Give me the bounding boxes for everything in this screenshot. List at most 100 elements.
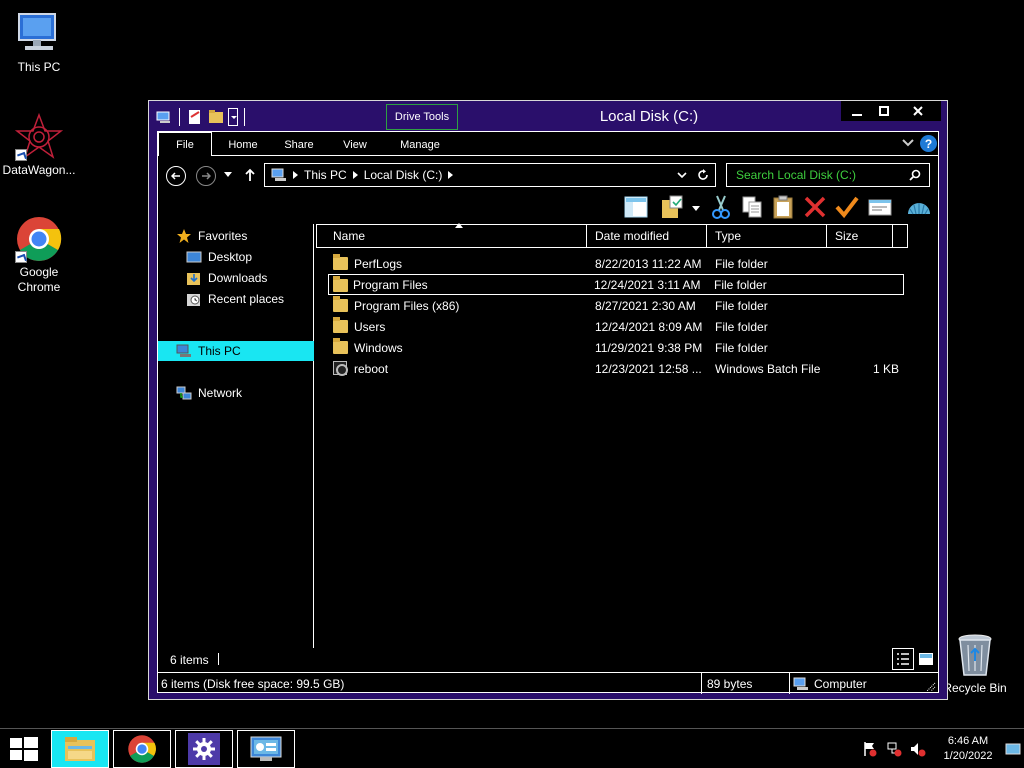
breadcrumb-this-pc[interactable]: This PC bbox=[304, 168, 347, 182]
file-name: Windows bbox=[354, 340, 403, 355]
desktop-icon-google-chrome[interactable]: Google Chrome bbox=[1, 215, 77, 295]
file-row-program-files[interactable]: Program Files 12/24/2021 3:11 AM File fo… bbox=[328, 274, 904, 295]
close-button[interactable] bbox=[895, 101, 941, 121]
downloads-folder-icon bbox=[187, 273, 200, 285]
file-explorer-icon bbox=[65, 737, 95, 761]
shell-icon[interactable] bbox=[906, 194, 932, 220]
file-name: reboot bbox=[354, 361, 389, 376]
quick-access-dropdown[interactable] bbox=[228, 108, 238, 126]
action-center-flag-icon[interactable] bbox=[862, 741, 878, 757]
nav-item-favorites[interactable]: Favorites bbox=[176, 226, 247, 246]
tab-home[interactable]: Home bbox=[220, 135, 266, 155]
tab-manage[interactable]: Manage bbox=[390, 135, 450, 155]
delete-icon[interactable] bbox=[802, 194, 828, 220]
breadcrumb-separator-icon bbox=[352, 171, 358, 179]
breadcrumb: This PC Local Disk (C:) bbox=[271, 168, 454, 182]
search-input[interactable]: Search Local Disk (C:) bbox=[726, 163, 930, 187]
folder-options-chevron-icon[interactable] bbox=[692, 206, 700, 211]
system-clock[interactable]: 6:46 AM 1/20/2022 bbox=[940, 734, 996, 764]
forward-arrow-icon bbox=[202, 172, 211, 180]
paste-icon[interactable] bbox=[770, 194, 796, 220]
folder-options-icon[interactable] bbox=[660, 194, 686, 220]
explorer-window[interactable]: Drive Tools Local Disk (C:) File Home Sh… bbox=[148, 100, 948, 700]
window-content: File Home Share View Manage ? This PC Lo… bbox=[157, 131, 939, 694]
file-date: 8/27/2021 2:30 AM bbox=[595, 298, 696, 313]
file-date: 8/22/2013 11:22 AM bbox=[595, 256, 702, 271]
nav-item-network[interactable]: Network bbox=[176, 383, 242, 403]
shortcut-arrow-icon bbox=[15, 251, 27, 263]
desktop-icon-datawagon[interactable]: DataWagon... bbox=[1, 112, 77, 178]
control-panel-icon bbox=[250, 736, 282, 761]
chevron-down-icon[interactable] bbox=[902, 138, 914, 148]
computer-small-icon[interactable] bbox=[155, 108, 173, 126]
file-row-reboot[interactable]: reboot 12/23/2021 12:58 ... Windows Batc… bbox=[329, 358, 905, 379]
taskbar-file-explorer[interactable] bbox=[51, 730, 109, 768]
tab-share[interactable]: Share bbox=[276, 135, 322, 155]
rename-checkmark-icon[interactable] bbox=[834, 194, 860, 220]
desktop-icon-this-pc[interactable]: This PC bbox=[1, 10, 77, 75]
gear-icon bbox=[188, 733, 220, 765]
volume-muted-icon[interactable] bbox=[910, 741, 926, 757]
large-icons-view-icon[interactable] bbox=[918, 651, 934, 667]
file-date: 12/23/2021 12:58 ... bbox=[595, 361, 702, 376]
clock-date: 1/20/2022 bbox=[943, 750, 993, 762]
nav-item-label: Recent places bbox=[208, 292, 285, 306]
breadcrumb-local-disk[interactable]: Local Disk (C:) bbox=[364, 168, 443, 182]
nav-item-downloads[interactable]: Downloads bbox=[186, 268, 267, 288]
details-view-icon[interactable] bbox=[892, 648, 914, 670]
file-name: Program Files (x86) bbox=[354, 298, 460, 313]
clock-time: 6:46 AM bbox=[947, 735, 989, 747]
computer-icon bbox=[15, 10, 63, 58]
cut-icon[interactable] bbox=[708, 194, 734, 220]
taskbar-control-panel[interactable] bbox=[237, 730, 295, 768]
resize-grip-icon[interactable] bbox=[926, 682, 936, 692]
copy-icon[interactable] bbox=[739, 194, 765, 220]
drive-tools-tab[interactable]: Drive Tools bbox=[386, 104, 458, 130]
nav-item-this-pc[interactable]: This PC bbox=[158, 341, 314, 361]
recent-locations-chevron-icon[interactable] bbox=[224, 172, 232, 178]
column-header-name[interactable]: Name bbox=[317, 225, 587, 247]
file-row-windows[interactable]: Windows 11/29/2021 9:38 PM File folder bbox=[329, 337, 905, 358]
desktop-icon-recycle-bin[interactable]: Recycle Bin bbox=[937, 631, 1013, 696]
status-bytes: 89 bytes bbox=[702, 673, 790, 694]
help-button[interactable]: ? bbox=[920, 135, 937, 152]
file-name: Program Files bbox=[353, 277, 428, 292]
file-row-perflogs[interactable]: PerfLogs 8/22/2013 11:22 AM File folder bbox=[329, 253, 905, 274]
network-status-icon[interactable] bbox=[886, 741, 902, 757]
desktop-icon-label: Recycle Bin bbox=[943, 681, 1007, 695]
address-dropdown-chevron-icon[interactable] bbox=[677, 172, 687, 180]
properties-window-icon[interactable] bbox=[867, 194, 893, 220]
forward-button[interactable] bbox=[196, 166, 216, 186]
file-row-users[interactable]: Users 12/24/2021 8:09 AM File folder bbox=[329, 316, 905, 337]
properties-icon[interactable] bbox=[186, 108, 204, 126]
nav-item-recent-places[interactable]: Recent places bbox=[186, 289, 284, 309]
star-icon bbox=[177, 229, 191, 243]
tab-view[interactable]: View bbox=[334, 135, 376, 155]
up-arrow-icon[interactable] bbox=[244, 168, 256, 182]
folder-icon bbox=[333, 254, 348, 270]
column-header-date[interactable]: Date modified bbox=[587, 225, 707, 247]
tab-file[interactable]: File bbox=[158, 132, 212, 156]
taskbar-settings[interactable] bbox=[175, 730, 233, 768]
minimize-icon bbox=[852, 114, 862, 116]
title-bar[interactable]: Drive Tools Local Disk (C:) bbox=[149, 101, 947, 131]
maximize-icon bbox=[879, 106, 889, 116]
new-folder-icon[interactable] bbox=[207, 108, 225, 126]
address-bar[interactable]: This PC Local Disk (C:) bbox=[264, 163, 716, 187]
shortcut-arrow-icon bbox=[15, 149, 27, 161]
search-icon bbox=[909, 169, 921, 181]
desktop-folder-icon bbox=[186, 251, 202, 263]
column-header-size[interactable]: Size bbox=[827, 225, 893, 247]
back-button[interactable] bbox=[166, 166, 186, 186]
refresh-icon[interactable] bbox=[697, 169, 709, 181]
close-icon bbox=[913, 106, 923, 116]
status-separator bbox=[218, 653, 219, 665]
column-header-type[interactable]: Type bbox=[707, 225, 827, 247]
start-button[interactable] bbox=[0, 729, 48, 768]
nav-item-desktop[interactable]: Desktop bbox=[186, 247, 252, 267]
file-row-program-files-x86[interactable]: Program Files (x86) 8/27/2021 2:30 AM Fi… bbox=[329, 295, 905, 316]
show-desktop-icon[interactable] bbox=[1005, 742, 1021, 758]
taskbar-google-chrome[interactable] bbox=[113, 730, 171, 768]
preview-pane-icon[interactable] bbox=[623, 194, 649, 220]
quick-access-toolbar bbox=[155, 107, 248, 127]
